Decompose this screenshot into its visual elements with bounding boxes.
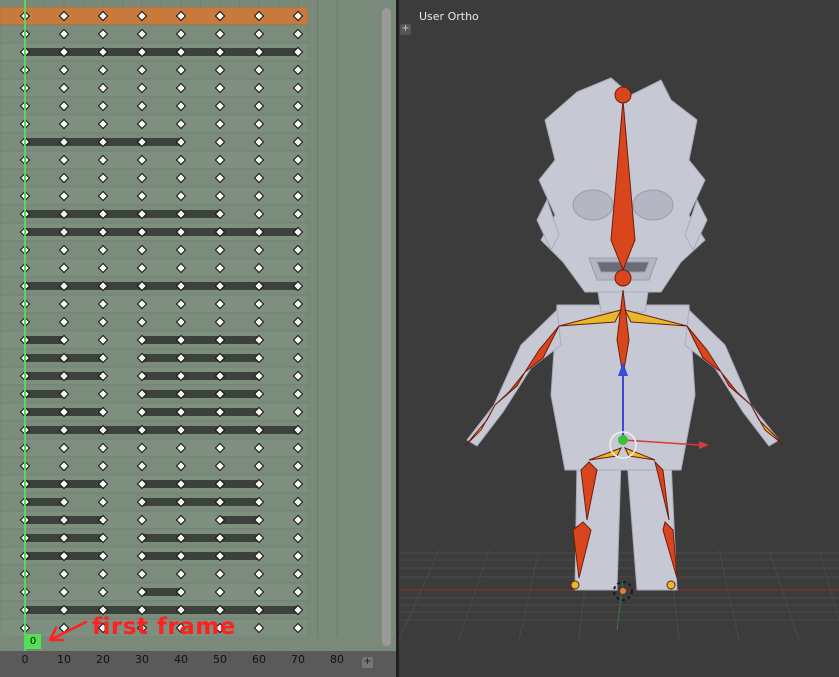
keyframe-hold-bar (142, 480, 259, 488)
ruler-tick-label: 30 (135, 653, 149, 666)
plus-icon[interactable]: + (400, 24, 411, 35)
channel-row[interactable] (0, 204, 309, 224)
ruler-tick-label: 70 (291, 653, 305, 666)
3d-viewport[interactable]: User Ortho + (399, 0, 839, 677)
ruler-tick-label: 50 (213, 653, 227, 666)
channel-row[interactable] (0, 330, 309, 350)
channel-row[interactable] (0, 474, 309, 494)
channel-row[interactable] (0, 294, 309, 314)
ruler-tick-label: 60 (252, 653, 266, 666)
channel-row[interactable] (0, 276, 309, 296)
channel-row[interactable] (0, 222, 309, 242)
channel-row[interactable] (0, 258, 309, 278)
ruler-tick-label: 80 (330, 653, 344, 666)
channel-row[interactable] (0, 564, 309, 584)
armature[interactable] (464, 86, 786, 590)
keyframe-hold-bar (142, 534, 259, 542)
dopesheet-editor[interactable]: first frame 0 0 10 20 30 40 50 60 70 80 + (0, 0, 396, 677)
keyframe-hold-bar (142, 588, 181, 596)
channel-row[interactable] (0, 384, 309, 404)
keyframe-hold-bar (220, 516, 259, 524)
keyframe-hold-bar (25, 210, 220, 218)
keyframe-hold-bar (25, 390, 64, 398)
channel-row[interactable] (0, 366, 309, 386)
channel-row[interactable] (0, 240, 309, 260)
channel-row[interactable] (0, 402, 309, 422)
keyframe-hold-bar (142, 408, 259, 416)
channel-row[interactable] (0, 510, 309, 530)
keyframe-hold-bar (142, 390, 259, 398)
viewport-scene[interactable] (399, 0, 839, 677)
channel-row[interactable] (0, 132, 309, 152)
channel-row[interactable] (0, 528, 309, 548)
channel-row[interactable] (0, 312, 309, 332)
channel-row[interactable] (0, 492, 309, 512)
channel-row[interactable] (0, 60, 309, 80)
channel-row[interactable] (0, 456, 309, 476)
keyframe-hold-bar (25, 498, 64, 506)
channel-row[interactable] (0, 186, 309, 206)
channel-row[interactable] (0, 348, 309, 368)
channel-row[interactable] (0, 420, 309, 440)
keyframe-hold-bar (142, 336, 259, 344)
channel-row[interactable] (0, 438, 309, 458)
frame-ruler[interactable]: 0 10 20 30 40 50 60 70 80 (0, 651, 396, 677)
channel-row[interactable] (0, 582, 309, 602)
view-mode-label: User Ortho (419, 10, 479, 23)
ruler-tick-label: 40 (174, 653, 188, 666)
grid-floor (399, 549, 839, 641)
channel-row[interactable] (0, 42, 309, 62)
ruler-tick-label: 10 (57, 653, 71, 666)
current-frame-indicator[interactable]: 0 (25, 634, 41, 649)
plus-icon[interactable]: + (362, 657, 373, 668)
keyframe-channel-area[interactable] (0, 0, 396, 651)
keyframe-hold-bar (142, 354, 259, 362)
channel-row[interactable] (0, 24, 309, 44)
keyframe-hold-bar (25, 336, 64, 344)
channel-row[interactable] (0, 114, 309, 134)
ruler-tick-label: 20 (96, 653, 110, 666)
channel-row[interactable] (0, 546, 309, 566)
channel-row[interactable] (0, 96, 309, 116)
channel-row[interactable] (0, 6, 309, 26)
channel-row[interactable] (0, 150, 309, 170)
first-frame-annotation: first frame (92, 614, 236, 640)
keyframe-hold-bar (142, 498, 259, 506)
vertical-scrollbar[interactable] (382, 8, 391, 646)
keyframe-hold-bar (142, 372, 259, 380)
channel-row[interactable] (0, 168, 309, 188)
ruler-tick-label: 0 (21, 653, 29, 666)
keyframe-hold-bar (142, 552, 259, 560)
channel-row[interactable] (0, 78, 309, 98)
